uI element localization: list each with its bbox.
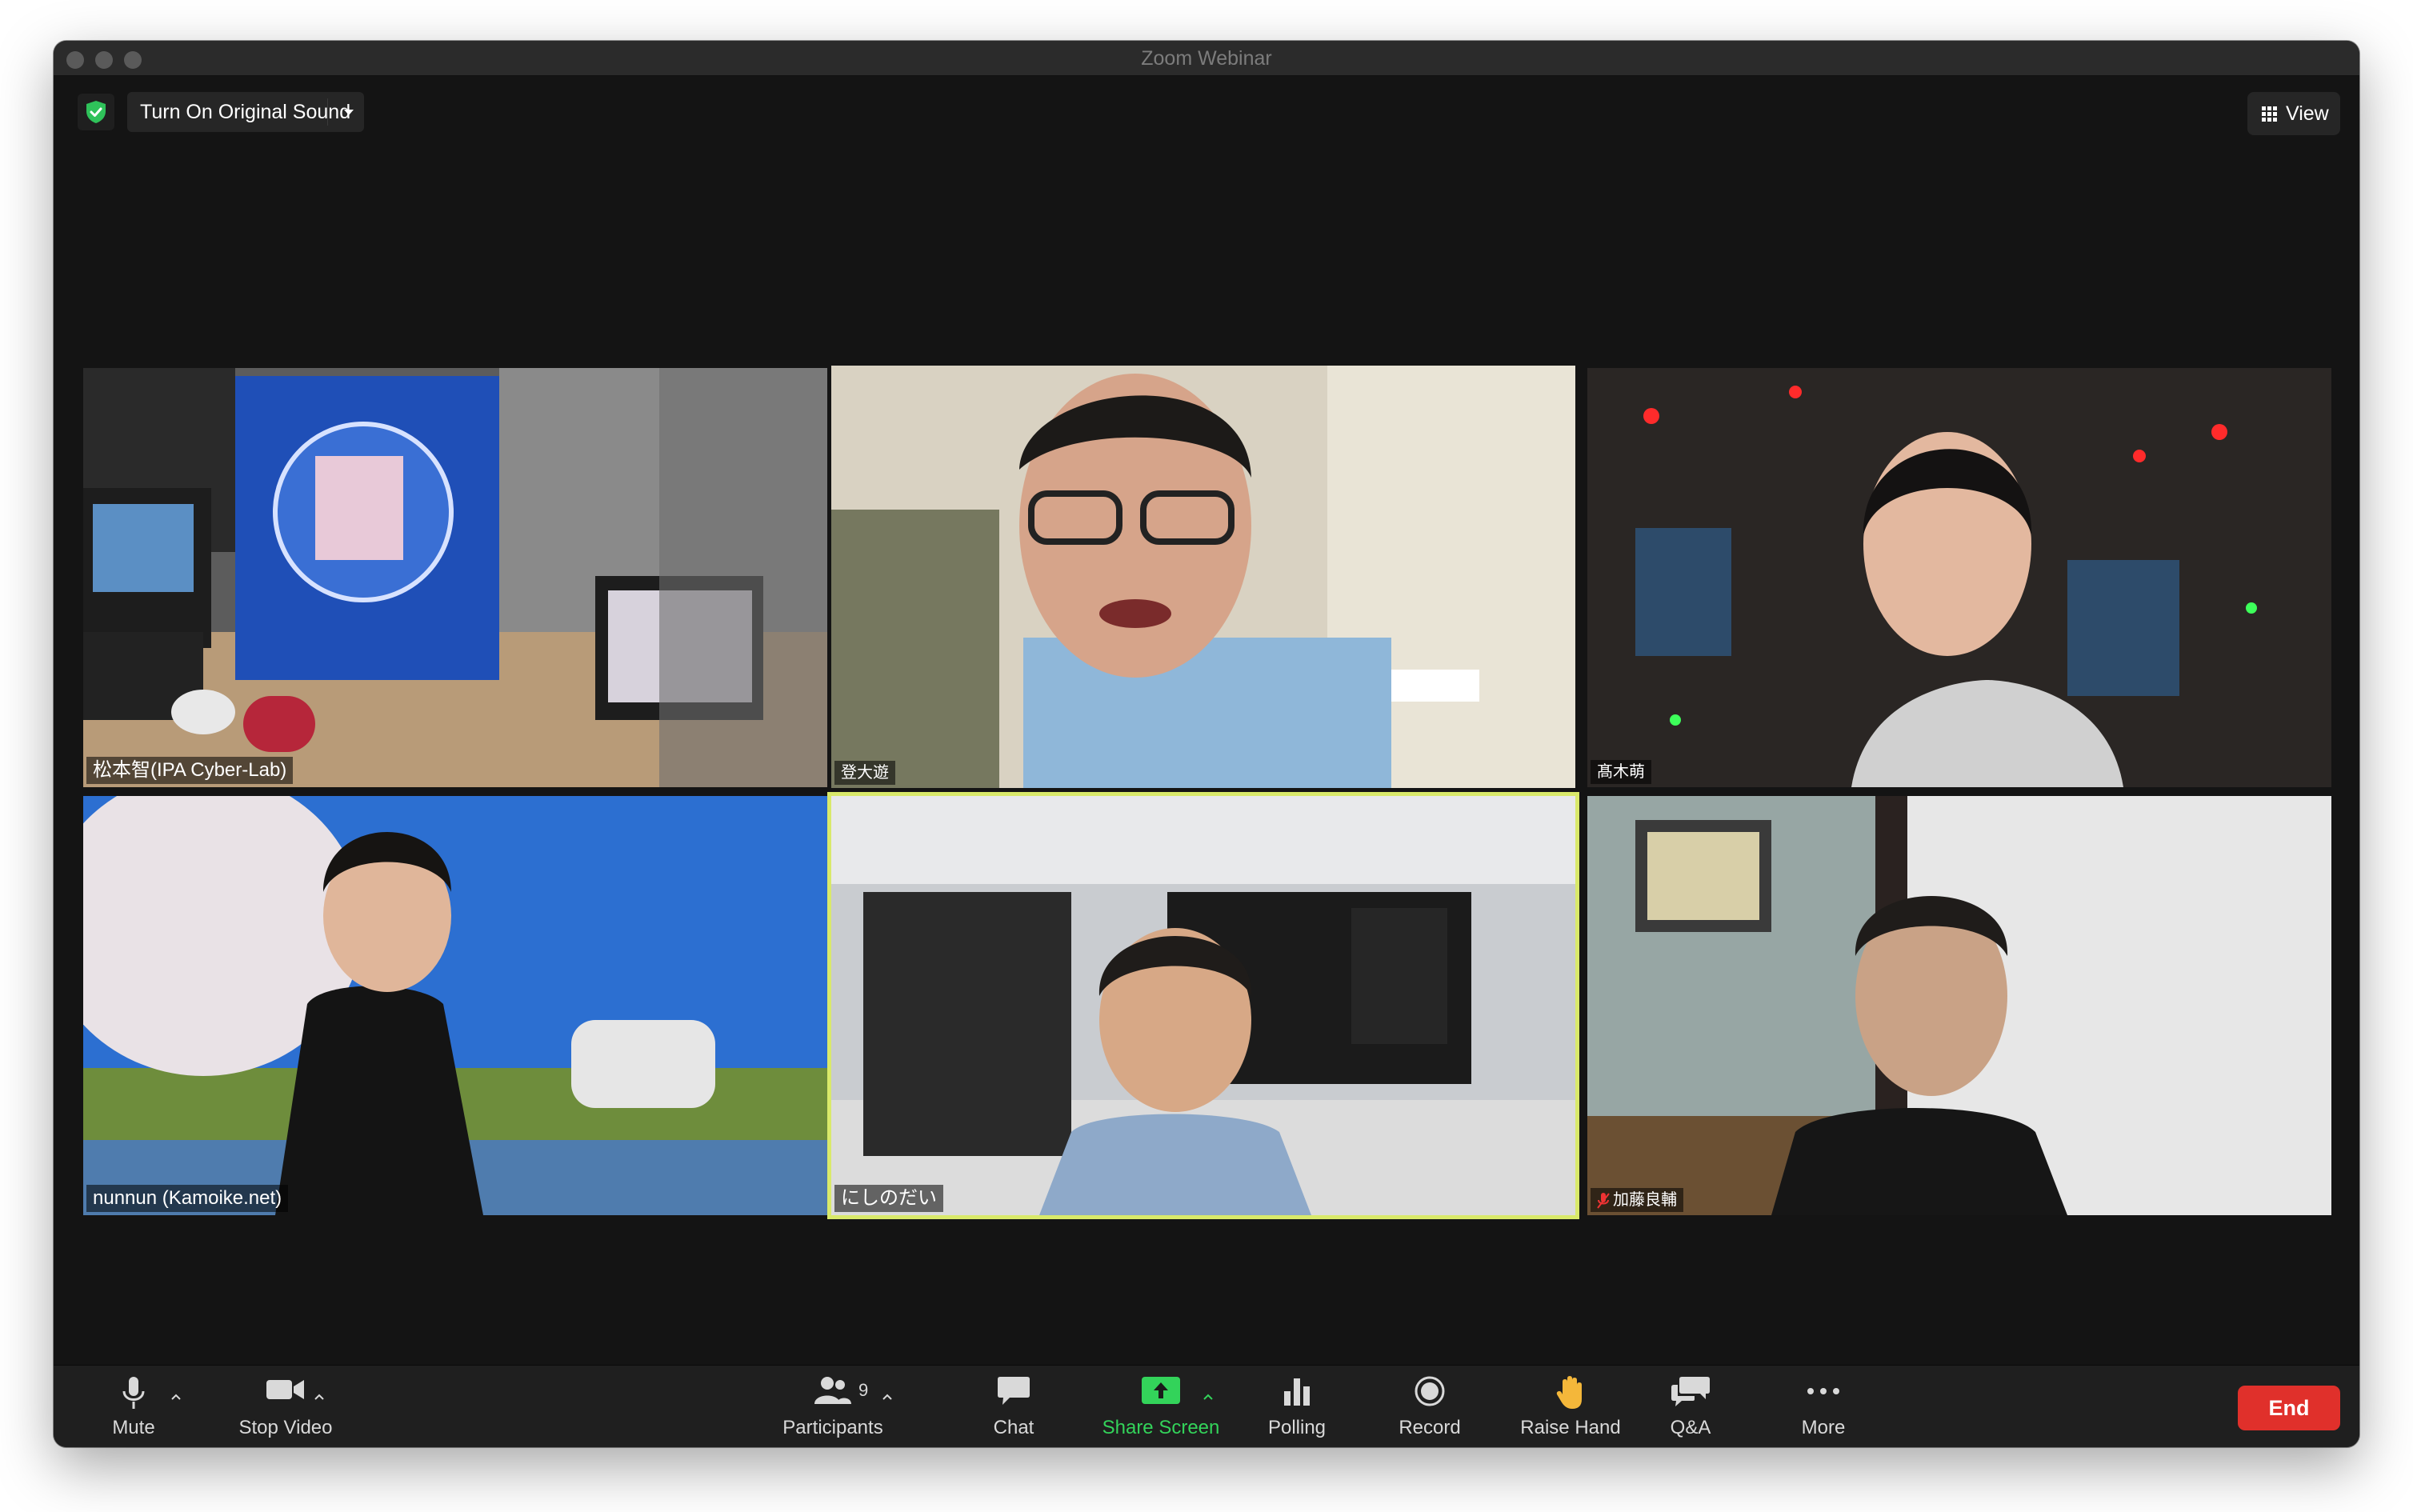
stop-video-button[interactable]: Stop Video [214, 1366, 358, 1447]
microphone-icon [122, 1377, 145, 1409]
participants-button[interactable]: Participants [761, 1366, 905, 1447]
video-tile-2[interactable]: 登大遊 [831, 366, 1575, 788]
video-tile-4[interactable]: nunnun (Kamoike.net) [83, 796, 827, 1215]
end-meeting-button[interactable]: End [2238, 1386, 2340, 1430]
share-options-chevron-up-icon[interactable] [1202, 1393, 1214, 1401]
shield-check-icon [86, 101, 106, 123]
qa-label: Q&A [1670, 1417, 1711, 1438]
video-feed [1587, 796, 2331, 1215]
video-tile-1[interactable]: 松本智(IPA Cyber-Lab) [83, 368, 827, 787]
video-feed [831, 796, 1575, 1215]
video-tile-3[interactable]: 髙木萌 [1587, 368, 2331, 787]
record-button[interactable]: Record [1382, 1366, 1478, 1447]
video-camera-icon [266, 1380, 304, 1399]
record-label: Record [1399, 1417, 1461, 1438]
mute-label: Mute [112, 1417, 155, 1438]
mute-button[interactable]: Mute [86, 1366, 182, 1447]
video-feed [831, 366, 1575, 788]
video-feed [83, 796, 827, 1215]
raised-hand-icon [1556, 1376, 1582, 1409]
divider [327, 98, 328, 126]
chevron-down-icon[interactable] [337, 92, 361, 132]
title-bar[interactable]: Zoom Webinar [54, 41, 2359, 76]
security-shield-button[interactable] [78, 94, 114, 130]
participant-name: nunnun (Kamoike.net) [86, 1185, 289, 1212]
video-feed [1587, 368, 2331, 787]
more-label: More [1801, 1417, 1846, 1438]
participant-name: 登大遊 [834, 761, 895, 785]
meeting-toolbar: Mute Stop Video Participants 9 Chat Shar… [54, 1365, 2359, 1447]
chat-button[interactable]: Chat [966, 1366, 1062, 1447]
bar-chart-icon [1284, 1378, 1310, 1406]
view-button[interactable]: View [2247, 92, 2340, 135]
chat-label: Chat [993, 1417, 1034, 1438]
polling-button[interactable]: Polling [1249, 1366, 1345, 1447]
qa-button[interactable]: Q&A [1651, 1366, 1731, 1447]
window-title: Zoom Webinar [1141, 47, 1272, 70]
video-tile-6[interactable]: 加藤良輔 [1587, 796, 2331, 1215]
more-dots-icon [1807, 1388, 1839, 1394]
video-options-chevron-up-icon[interactable] [314, 1393, 325, 1401]
share-screen-label: Share Screen [1102, 1417, 1220, 1438]
share-screen-button[interactable]: Share Screen [1093, 1366, 1229, 1447]
participants-icon [814, 1377, 851, 1404]
original-sound-label: Turn On Original Sound [140, 101, 351, 123]
view-label: View [2286, 102, 2329, 125]
record-icon [1415, 1376, 1445, 1406]
share-screen-arrow-icon [1142, 1377, 1180, 1404]
stop-video-label: Stop Video [238, 1417, 333, 1438]
chat-bubble-icon [998, 1377, 1030, 1405]
participant-count: 9 [858, 1380, 869, 1400]
participant-name: 髙木萌 [1591, 760, 1651, 784]
raise-hand-button[interactable]: Raise Hand [1507, 1366, 1635, 1447]
polling-label: Polling [1267, 1417, 1327, 1438]
mute-options-chevron-up-icon[interactable] [170, 1393, 182, 1401]
video-area: Turn On Original Sound View 松本智(IPA Cybe… [54, 76, 2359, 1400]
original-sound-button[interactable]: Turn On Original Sound [127, 92, 364, 132]
zoom-window: Zoom Webinar Turn On Original Sound View [54, 41, 2359, 1447]
participants-options-chevron-up-icon[interactable] [882, 1393, 893, 1401]
grid-icon [2262, 106, 2277, 122]
participant-name: 加藤良輔 [1591, 1188, 1683, 1212]
participant-name-text: 加藤良輔 [1613, 1191, 1677, 1209]
participants-label: Participants [782, 1417, 883, 1438]
qa-bubbles-icon [1671, 1377, 1710, 1406]
video-feed [83, 368, 827, 787]
raise-hand-label: Raise Hand [1520, 1417, 1621, 1438]
more-button[interactable]: More [1783, 1366, 1863, 1447]
participant-name: にしのだい [834, 1185, 943, 1212]
participant-name: 松本智(IPA Cyber-Lab) [86, 757, 294, 784]
mic-muted-icon [1597, 1192, 1610, 1209]
video-tile-5[interactable]: にしのだい [831, 796, 1575, 1215]
